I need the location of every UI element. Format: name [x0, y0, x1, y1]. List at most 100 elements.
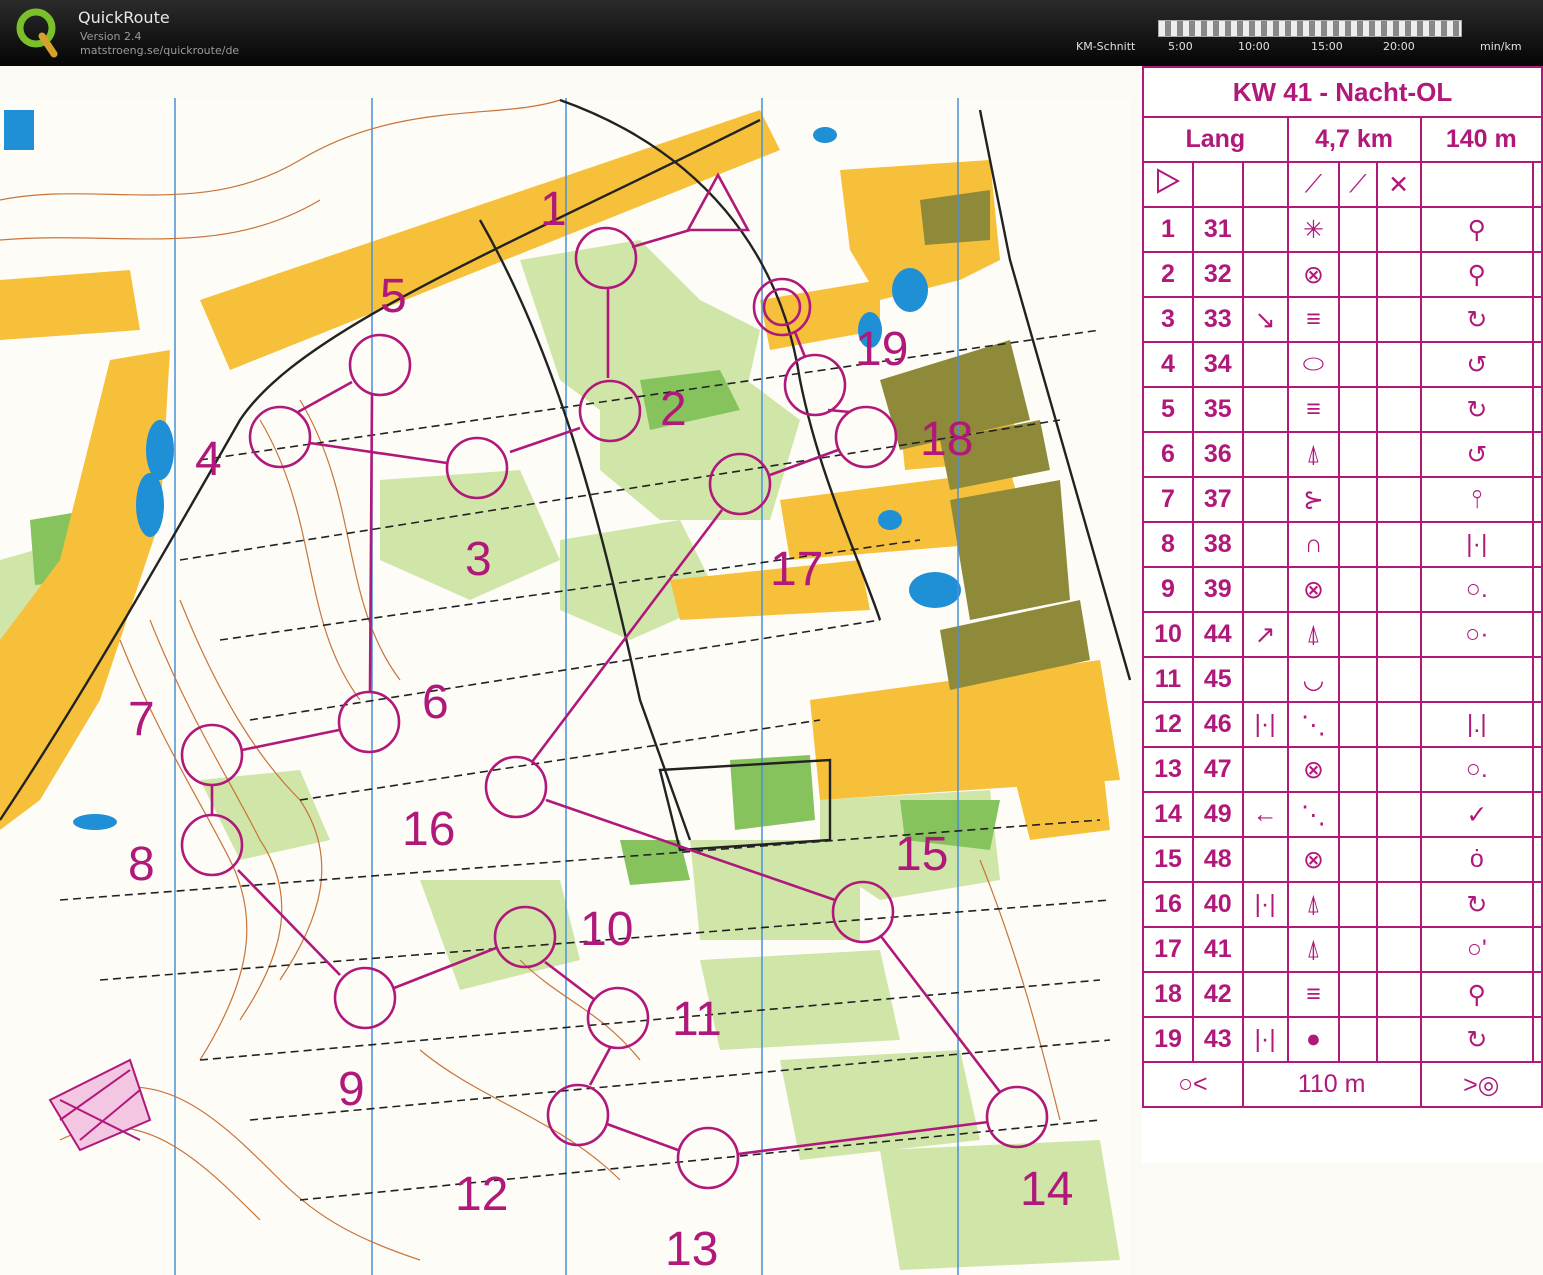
control-row: 18 42 ≡ ⚲ [1142, 971, 1543, 1018]
detail-symbol [1338, 656, 1378, 703]
app-version: Version 2.4 [80, 30, 142, 43]
extra-symbol [1532, 611, 1543, 658]
control-code: 43 [1191, 1016, 1244, 1063]
direction-symbol [1241, 521, 1289, 568]
control-code: 46 [1191, 701, 1244, 748]
pace-tick: 10:00 [1238, 40, 1270, 53]
control-number: 12 [1142, 701, 1194, 748]
detail-symbol [1338, 341, 1378, 388]
feature-symbol: ⊗ [1286, 566, 1341, 613]
control-number: 11 [1142, 656, 1194, 703]
control-row: 17 41 ⍋ ○' [1142, 926, 1543, 973]
control-code: 39 [1191, 566, 1244, 613]
direction-symbol [1241, 386, 1289, 433]
control-label: 2 [660, 383, 687, 436]
control-label: 5 [380, 270, 407, 323]
appearance-symbol [1375, 476, 1422, 523]
control-row: 11 45 ◡ [1142, 656, 1543, 703]
extra-symbol [1532, 791, 1543, 838]
junction-icon: ⟋ [1338, 161, 1378, 208]
extra-symbol [1532, 746, 1543, 793]
control-row: 12 46 |·| ⋱ |.| [1142, 701, 1543, 748]
control-label: 18 [920, 413, 973, 466]
appearance-symbol [1375, 836, 1422, 883]
control-row: 5 35 ≡ ↻ [1142, 386, 1543, 433]
control-row: 7 37 ⊱ ⫯ [1142, 476, 1543, 523]
extra-symbol [1532, 251, 1543, 298]
finish-icon: >◎ [1419, 1061, 1543, 1108]
position-symbol: ○. [1419, 566, 1535, 613]
position-symbol: ↻ [1419, 1016, 1535, 1063]
course-climb: 140 m [1419, 116, 1543, 163]
control-code: 47 [1191, 746, 1244, 793]
feature-symbol: ⍋ [1286, 881, 1341, 928]
appearance-symbol [1375, 1016, 1422, 1063]
pace-tick: 15:00 [1311, 40, 1343, 53]
appearance-symbol [1375, 521, 1422, 568]
detail-symbol [1338, 566, 1378, 613]
control-code: 37 [1191, 476, 1244, 523]
direction-symbol [1241, 341, 1289, 388]
control-label: 4 [195, 433, 222, 486]
control-row: 14 49 ← ⋱ ✓ [1142, 791, 1543, 838]
position-symbol: ○· [1419, 611, 1535, 658]
control-row: 2 32 ⊗ ⚲ [1142, 251, 1543, 298]
direction-symbol: ↘ [1241, 296, 1289, 343]
cross-icon: ✕ [1375, 161, 1422, 208]
extra-symbol [1532, 971, 1543, 1018]
control-code: 45 [1191, 656, 1244, 703]
direction-symbol [1241, 206, 1289, 253]
direction-symbol [1241, 566, 1289, 613]
control-number: 13 [1142, 746, 1194, 793]
control-row: 16 40 |·| ⍋ ↻ [1142, 881, 1543, 928]
detail-symbol [1338, 926, 1378, 973]
feature-symbol: ◡ [1286, 656, 1341, 703]
appearance-symbol [1375, 881, 1422, 928]
extra-symbol [1532, 521, 1543, 568]
feature-symbol: ⍋ [1286, 611, 1341, 658]
feature-symbol: ⋱ [1286, 791, 1341, 838]
position-symbol: ○. [1419, 746, 1535, 793]
appearance-symbol [1375, 386, 1422, 433]
appearance-symbol [1375, 566, 1422, 613]
appearance-symbol [1375, 656, 1422, 703]
feature-symbol: ≡ [1286, 971, 1341, 1018]
detail-symbol [1338, 746, 1378, 793]
extra-symbol [1532, 656, 1543, 703]
feature-symbol: ⊱ [1286, 476, 1341, 523]
detail-symbol [1338, 206, 1378, 253]
control-row: 6 36 ⍋ ↺ [1142, 431, 1543, 478]
control-code: 36 [1191, 431, 1244, 478]
control-row: 4 34 ⬭ ↺ [1142, 341, 1543, 388]
control-number: 19 [1142, 1016, 1194, 1063]
appearance-symbol [1375, 701, 1422, 748]
control-code: 32 [1191, 251, 1244, 298]
control-row: 9 39 ⊗ ○. [1142, 566, 1543, 613]
pace-scale-label: KM-Schnitt [1076, 40, 1136, 53]
quickroute-logo-icon [16, 8, 58, 58]
crossing-icon: ⟋ [1286, 161, 1341, 208]
control-code: 48 [1191, 836, 1244, 883]
appearance-symbol [1375, 611, 1422, 658]
feature-symbol: ⊗ [1286, 746, 1341, 793]
appearance-symbol [1375, 971, 1422, 1018]
control-number: 8 [1142, 521, 1194, 568]
app-url[interactable]: matstroeng.se/quickroute/de [80, 44, 239, 57]
control-number: 3 [1142, 296, 1194, 343]
position-symbol: ↺ [1419, 431, 1535, 478]
detail-symbol [1338, 791, 1378, 838]
detail-symbol [1338, 881, 1378, 928]
direction-symbol [1241, 926, 1289, 973]
direction-symbol [1241, 971, 1289, 1018]
control-label: 13 [665, 1223, 718, 1275]
pace-tick: 20:00 [1383, 40, 1415, 53]
detail-symbol [1338, 386, 1378, 433]
control-code: 38 [1191, 521, 1244, 568]
extra-symbol [1532, 1016, 1543, 1063]
app-title: QuickRoute [78, 8, 170, 27]
detail-symbol [1338, 431, 1378, 478]
direction-symbol: |·| [1241, 881, 1289, 928]
control-code: 33 [1191, 296, 1244, 343]
appearance-symbol [1375, 926, 1422, 973]
feature-symbol: ⊗ [1286, 251, 1341, 298]
